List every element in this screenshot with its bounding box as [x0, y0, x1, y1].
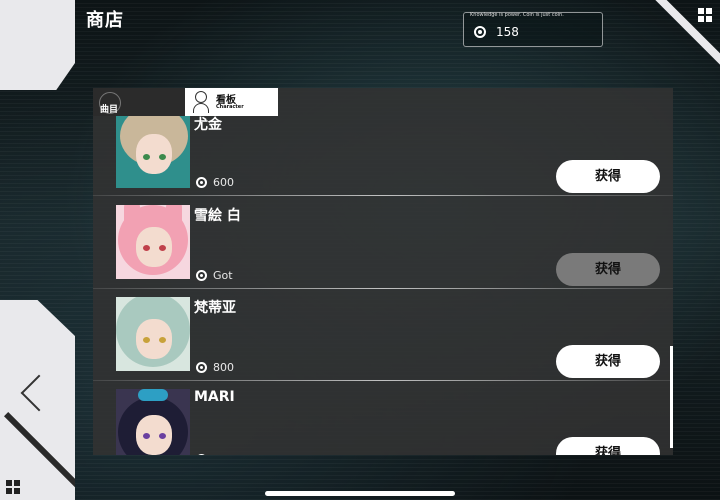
character-avatar [116, 205, 190, 279]
page-title: 商店 [86, 10, 124, 31]
row-divider [93, 195, 673, 196]
coin-balance: Knowledge is power. Coin is just coin. 1… [463, 12, 603, 47]
character-price: Got [213, 269, 233, 282]
coin-icon [474, 26, 486, 38]
character-name: MARI [194, 389, 235, 405]
obtain-button[interactable]: 获得 [556, 345, 660, 378]
character-avatar [116, 297, 190, 371]
character-avatar [116, 116, 190, 188]
corner-decoration-top-left [0, 0, 75, 90]
character-name: 尤金 [194, 117, 222, 133]
list-item: MARI 800 获得 [93, 381, 673, 455]
coin-motto: Knowledge is power. Coin is just coin. [470, 12, 564, 18]
coin-icon [196, 454, 207, 455]
coin-icon [196, 270, 207, 281]
tab-songs[interactable]: 曲目 [93, 88, 185, 116]
home-indicator[interactable] [265, 491, 455, 496]
list-item: 尤金 600 获得 [93, 104, 673, 196]
tab-label: 曲目 [100, 105, 119, 115]
menu-grid-icon[interactable] [698, 8, 712, 22]
bottom-grid-icon[interactable] [6, 480, 20, 494]
character-list[interactable]: 尤金 600 获得 雪絵 白 Got 获得 梵蒂亚 800 获得 MARI 获得 [93, 88, 673, 455]
character-price: 800 [213, 361, 234, 374]
character-price: 800 [213, 453, 234, 455]
character-avatar [116, 389, 190, 455]
coin-value: 158 [496, 25, 519, 39]
coin-icon [196, 362, 207, 373]
character-name: 梵蒂亚 [194, 300, 236, 316]
obtain-button[interactable]: 获得 [556, 437, 660, 455]
list-scrollbar[interactable] [670, 346, 673, 448]
tab-character[interactable]: 看板 Character [185, 88, 278, 116]
list-item: 雪絵 白 Got 获得 [93, 197, 673, 289]
person-icon [193, 91, 209, 113]
character-name: 雪絵 白 [194, 208, 241, 224]
obtain-button[interactable]: 获得 [556, 160, 660, 193]
character-price: 600 [213, 176, 234, 189]
list-item: 梵蒂亚 800 获得 [93, 289, 673, 381]
coin-icon [196, 177, 207, 188]
obtain-button[interactable]: 获得 [556, 253, 660, 286]
tab-sublabel: Character [216, 104, 244, 110]
